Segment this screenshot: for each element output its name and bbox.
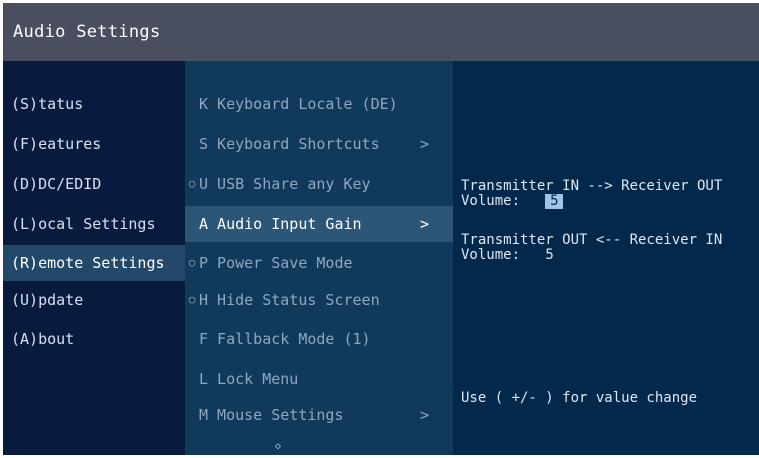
submenu-item-label: F Fallback Mode (1) xyxy=(199,330,371,348)
transmitter-in-volume-value[interactable]: 5 xyxy=(545,194,564,209)
value-change-hint: Use ( +/- ) for value change xyxy=(461,390,698,406)
submenu-item-lock-menu[interactable]: L Lock Menu xyxy=(185,361,453,397)
audio-settings-panel: Transmitter IN --> Receiver OUT Volume: … xyxy=(453,61,759,455)
chevron-right-icon: > xyxy=(419,135,429,153)
radio-bullet-icon: ○ xyxy=(188,256,196,269)
main-menu-item-ddc-edid[interactable]: (D)DC/EDID xyxy=(3,166,185,202)
main-menu-item-about[interactable]: (A)bout xyxy=(3,321,185,357)
submenu-item-keyboard-locale[interactable]: K Keyboard Locale (DE) xyxy=(185,86,453,122)
main-menu-item-local-settings[interactable]: (L)ocal Settings xyxy=(3,206,185,242)
submenu-item-label: H Hide Status Screen xyxy=(199,291,380,309)
main-menu-item-status[interactable]: (S)tatus xyxy=(3,86,185,122)
submenu-item-audio-input-gain[interactable]: A Audio Input Gain > xyxy=(185,206,453,242)
radio-bullet-icon: ○ xyxy=(188,293,196,306)
submenu-item-usb-share[interactable]: ○ U USB Share any Key xyxy=(185,166,453,202)
submenu-item-label: U USB Share any Key xyxy=(199,175,371,193)
submenu: K Keyboard Locale (DE) S Keyboard Shortc… xyxy=(185,61,453,455)
submenu-item-power-save[interactable]: ○ P Power Save Mode xyxy=(185,245,453,281)
submenu-item-hide-status[interactable]: ○ H Hide Status Screen xyxy=(185,282,453,318)
chevron-right-icon: > xyxy=(419,406,429,424)
main-menu: (S)tatus (F)eatures (D)DC/EDID (L)ocal S… xyxy=(3,61,185,455)
transmitter-out-heading: Transmitter OUT <-- Receiver IN xyxy=(461,232,723,248)
submenu-item-mouse-settings[interactable]: M Mouse Settings > xyxy=(185,397,453,433)
scroll-more-icon[interactable]: ◇ xyxy=(275,441,281,452)
transmitter-out-volume-row: Volume: 5 xyxy=(461,248,554,263)
volume-label: Volume: xyxy=(461,247,521,263)
submenu-item-label: P Power Save Mode xyxy=(199,254,353,272)
main-menu-item-update[interactable]: (U)pdate xyxy=(3,282,185,318)
submenu-item-label: M Mouse Settings xyxy=(199,406,344,424)
main-menu-item-features[interactable]: (F)eatures xyxy=(3,126,185,162)
transmitter-out-volume-value[interactable]: 5 xyxy=(545,248,553,263)
volume-label: Volume: xyxy=(461,193,521,209)
main-menu-item-remote-settings[interactable]: (R)emote Settings xyxy=(3,245,185,281)
submenu-item-keyboard-shortcuts[interactable]: S Keyboard Shortcuts > xyxy=(185,126,453,162)
submenu-item-label: K Keyboard Locale (DE) xyxy=(199,95,398,113)
submenu-item-label: S Keyboard Shortcuts xyxy=(199,135,380,153)
submenu-item-fallback-mode[interactable]: F Fallback Mode (1) xyxy=(185,321,453,357)
submenu-item-label: A Audio Input Gain xyxy=(199,215,362,233)
transmitter-in-volume-row: Volume: 5 xyxy=(461,193,564,209)
chevron-right-icon: > xyxy=(419,215,429,233)
transmitter-in-heading: Transmitter IN --> Receiver OUT xyxy=(461,178,723,194)
submenu-item-label: L Lock Menu xyxy=(199,370,299,388)
osd-screen: Audio Settings (S)tatus (F)eatures (D)DC… xyxy=(0,0,759,458)
radio-bullet-icon: ○ xyxy=(188,177,196,190)
window-title: Audio Settings xyxy=(3,3,759,61)
